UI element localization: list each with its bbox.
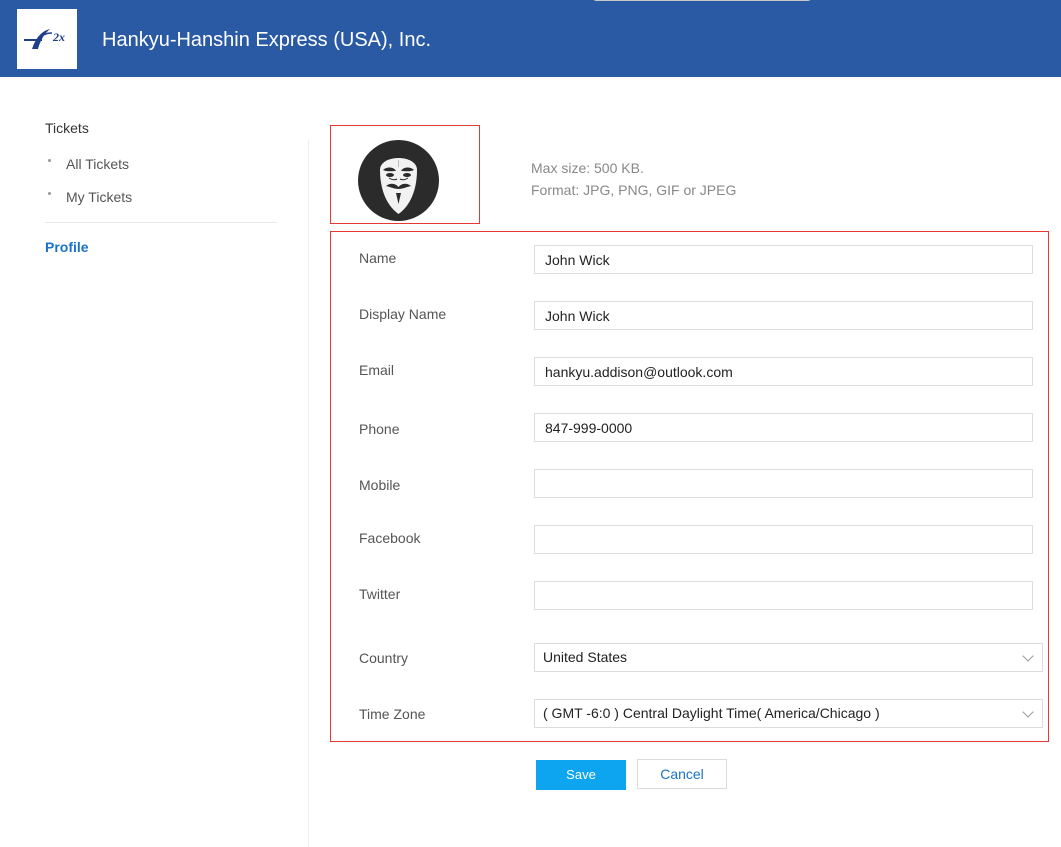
name-label: Name	[359, 250, 397, 266]
logo-icon: 2x	[24, 29, 65, 49]
timezone-select-value: ( GMT -6:0 ) Central Daylight Time( Amer…	[543, 705, 880, 721]
chevron-down-icon	[1022, 706, 1034, 718]
save-button[interactable]: Save	[536, 760, 626, 790]
timezone-select[interactable]: ( GMT -6:0 ) Central Daylight Time( Amer…	[534, 699, 1043, 728]
avatar[interactable]	[358, 140, 439, 221]
logo-text: 2x	[52, 30, 65, 44]
timezone-label: Time Zone	[359, 706, 426, 722]
phone-label: Phone	[359, 421, 400, 437]
phone-input[interactable]	[534, 413, 1033, 442]
facebook-input[interactable]	[534, 525, 1033, 554]
sidebar-item-profile[interactable]: Profile	[45, 239, 89, 255]
avatar-format-hint: Format: JPG, PNG, GIF or JPEG	[531, 182, 737, 198]
browser-tab-strip	[593, 0, 811, 1]
country-select[interactable]: United States	[534, 643, 1043, 672]
company-logo[interactable]: 2x	[17, 9, 77, 69]
company-name: Hankyu-Hanshin Express (USA), Inc.	[102, 29, 432, 51]
sidebar-item-my-tickets[interactable]: My Tickets	[48, 189, 132, 205]
sidebar-item-label: All Tickets	[66, 156, 130, 172]
email-label: Email	[359, 362, 395, 378]
twitter-label: Twitter	[359, 586, 401, 602]
facebook-label: Facebook	[359, 530, 421, 546]
chevron-down-icon	[1022, 650, 1034, 662]
bullet-icon	[48, 191, 51, 195]
country-select-value: United States	[543, 649, 628, 665]
bullet-icon	[48, 158, 51, 162]
country-label: Country	[359, 650, 409, 666]
email-input[interactable]	[534, 357, 1033, 386]
display-name-input[interactable]	[534, 301, 1033, 330]
sidebar-item-label: My Tickets	[66, 189, 133, 205]
mobile-input[interactable]	[534, 469, 1033, 498]
cancel-button[interactable]: Cancel	[637, 759, 727, 789]
display-name-label: Display Name	[359, 306, 447, 322]
mask-avatar-icon	[358, 140, 439, 221]
mobile-label: Mobile	[359, 477, 401, 493]
avatar-size-hint: Max size: 500 KB.	[531, 160, 644, 176]
app-header: 2x Hankyu-Hanshin Express (USA), Inc.	[0, 0, 1061, 77]
name-input[interactable]	[534, 245, 1033, 274]
content-divider	[308, 140, 309, 847]
sidebar-item-all-tickets[interactable]: All Tickets	[48, 156, 129, 172]
twitter-input[interactable]	[534, 581, 1033, 610]
sidebar-section-tickets: Tickets	[45, 120, 89, 136]
sidebar-divider	[45, 222, 277, 223]
